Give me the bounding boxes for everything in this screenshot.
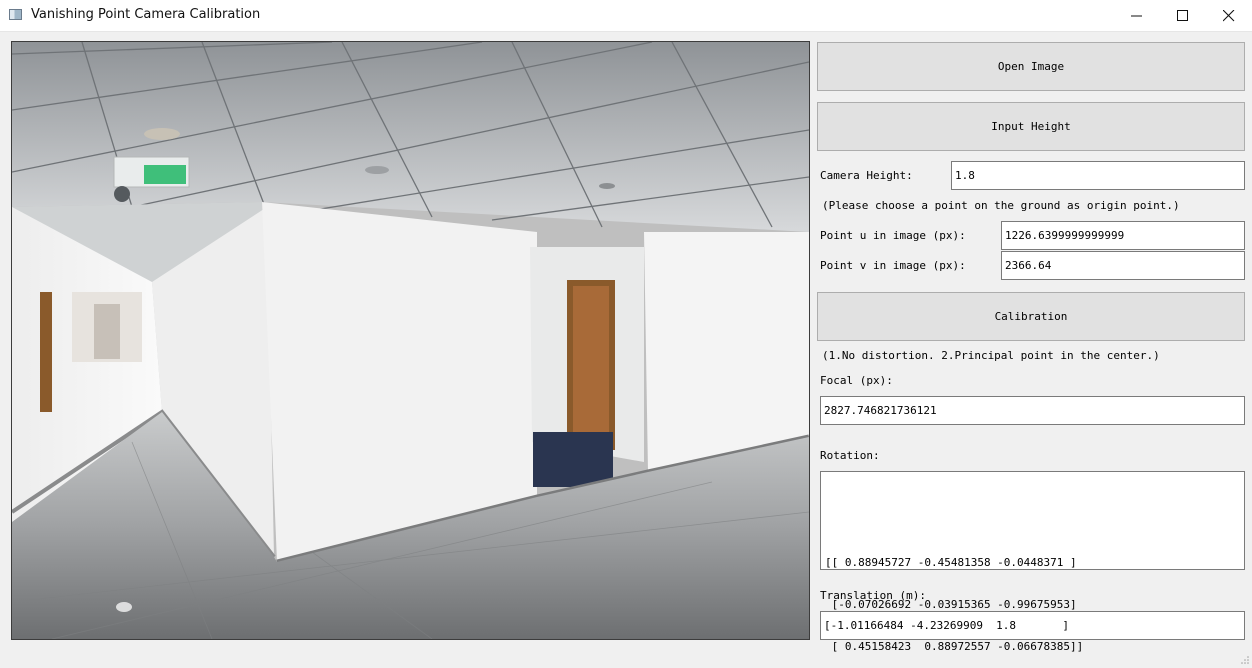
rotation-label: Rotation: <box>820 449 880 462</box>
input-height-button[interactable]: Input Height <box>817 102 1245 151</box>
image-viewer[interactable] <box>11 41 810 640</box>
point-v-label: Point v in image (px): <box>820 259 966 272</box>
window-title: Vanishing Point Camera Calibration <box>31 7 261 22</box>
translation-label: Translation (m): <box>820 589 926 602</box>
title-divider <box>0 31 1252 32</box>
point-u-field[interactable]: 1226.6399999999999 <box>1001 221 1245 250</box>
open-image-button[interactable]: Open Image <box>817 42 1245 91</box>
origin-hint-label: (Please choose a point on the ground as … <box>822 199 1180 212</box>
title-bar[interactable]: Vanishing Point Camera Calibration <box>0 0 1252 31</box>
app-icon <box>9 9 22 20</box>
maximize-button[interactable] <box>1160 0 1206 31</box>
focal-label: Focal (px): <box>820 374 893 387</box>
resize-grip-icon[interactable] <box>1240 655 1250 665</box>
corridor-photo <box>12 42 809 639</box>
carpet <box>533 432 613 487</box>
close-icon <box>1223 10 1235 22</box>
door-panel <box>573 286 609 446</box>
calibration-button[interactable]: Calibration <box>817 292 1245 341</box>
rotation-row: [ 0.45158423 0.88972557 -0.06678385]] <box>825 640 1084 653</box>
camera-height-field[interactable]: 1.8 <box>951 161 1245 190</box>
minimize-icon <box>1131 15 1142 17</box>
minimize-button[interactable] <box>1114 0 1160 31</box>
camera-height-label: Camera Height: <box>820 169 913 182</box>
focal-field[interactable]: 2827.746821736121 <box>820 396 1245 425</box>
maximize-icon <box>1177 10 1188 21</box>
exit-sign <box>144 165 186 184</box>
assumptions-label: (1.No distortion. 2.Principal point in t… <box>822 349 1160 362</box>
translation-field[interactable]: [-1.01166484 -4.23269909 1.8 ] <box>820 611 1245 640</box>
close-button[interactable] <box>1206 0 1252 31</box>
rotation-matrix-field[interactable]: [[ 0.88945727 -0.45481358 -0.0448371 ] [… <box>820 471 1245 653</box>
point-v-field[interactable]: 2366.64 <box>1001 251 1245 280</box>
rotation-row: [[ 0.88945727 -0.45481358 -0.0448371 ] <box>825 556 1077 569</box>
point-u-label: Point u in image (px): <box>820 229 966 242</box>
